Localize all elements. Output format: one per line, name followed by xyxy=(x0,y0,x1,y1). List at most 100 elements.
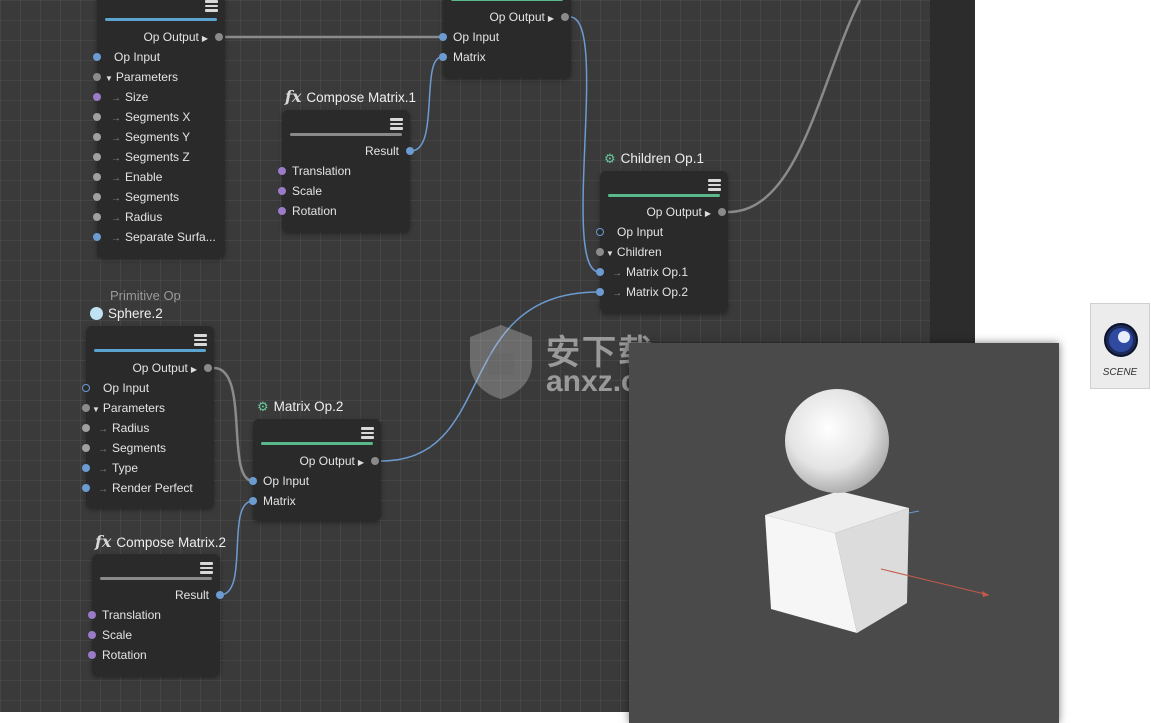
row-label: Render Perfect xyxy=(112,481,193,495)
row-label: Translation xyxy=(292,164,351,178)
node-title[interactable]: fx Compose Matrix.2 xyxy=(95,532,226,551)
node-color-bar xyxy=(451,0,563,1)
input-port[interactable] xyxy=(249,477,257,485)
top-matrix-node[interactable]: Op Output ▶ Op Input Matrix xyxy=(439,0,571,78)
menu-icon[interactable] xyxy=(200,562,213,574)
op-output-row: Op Output ▶ xyxy=(143,27,223,47)
sub-arrow-icon: → xyxy=(111,173,121,184)
menu-icon[interactable] xyxy=(361,427,374,439)
input-row: Translation xyxy=(88,605,161,625)
input-port[interactable] xyxy=(82,384,90,392)
input-port[interactable] xyxy=(82,464,90,472)
row-label: Enable xyxy=(125,170,163,184)
input-port[interactable] xyxy=(93,113,101,121)
param-row: → Segments xyxy=(82,438,166,458)
parameters-group-row[interactable]: ▼ Parameters xyxy=(93,67,178,87)
input-port[interactable] xyxy=(93,153,101,161)
triangle-right-icon: ▶ xyxy=(547,14,554,23)
compose-matrix-1-node[interactable]: Result Translation Scale Rotation xyxy=(278,110,414,232)
param-row: → Segments Y xyxy=(93,127,190,147)
children-op-1-node[interactable]: Op Output ▶ Op Input ▼ Children → Matrix Op… xyxy=(596,171,728,313)
output-port[interactable] xyxy=(718,208,726,216)
op-output-row: Op Output ▶ xyxy=(132,358,212,378)
output-port[interactable] xyxy=(204,364,212,372)
sphere-2-node[interactable]: Op Output ▶ Op Input ▼ Parameters → Radius … xyxy=(82,326,214,508)
parameters-group-row[interactable]: ▼ Parameters xyxy=(82,398,165,418)
input-row: Rotation xyxy=(278,201,337,221)
param-row: → Type xyxy=(82,458,138,478)
input-port[interactable] xyxy=(596,228,604,236)
output-port[interactable] xyxy=(215,33,223,41)
param-row: → Radius xyxy=(93,207,163,227)
input-port[interactable] xyxy=(278,207,286,215)
input-port[interactable] xyxy=(93,53,101,61)
triangle-down-icon[interactable]: ▼ xyxy=(606,249,614,258)
node-title[interactable]: ⚙ Children Op.1 xyxy=(604,151,704,167)
menu-icon[interactable] xyxy=(194,334,207,346)
output-port[interactable] xyxy=(406,147,414,155)
op-output-label: Op Output xyxy=(489,10,545,24)
node-color-bar xyxy=(94,349,206,352)
input-port[interactable] xyxy=(93,73,101,81)
z-axis-line xyxy=(908,510,920,514)
input-port[interactable] xyxy=(88,611,96,619)
row-label: Children xyxy=(616,245,662,259)
input-port[interactable] xyxy=(596,268,604,276)
input-port[interactable] xyxy=(82,484,90,492)
node-color-bar xyxy=(608,194,720,197)
param-row: → Render Perfect xyxy=(82,478,193,498)
input-port[interactable] xyxy=(249,497,257,505)
input-port[interactable] xyxy=(93,213,101,221)
input-row: Op Input xyxy=(93,47,225,67)
input-port[interactable] xyxy=(278,187,286,195)
input-port[interactable] xyxy=(82,404,90,412)
node-title-text: Children Op.1 xyxy=(620,151,704,166)
input-port[interactable] xyxy=(88,631,96,639)
input-port[interactable] xyxy=(596,248,604,256)
sphere-icon xyxy=(90,307,103,320)
input-port[interactable] xyxy=(439,53,447,61)
menu-icon[interactable] xyxy=(205,0,218,12)
children-group-row[interactable]: ▼ Children xyxy=(596,242,662,262)
input-port[interactable] xyxy=(88,651,96,659)
op-output-row: Op Output ▶ xyxy=(489,7,569,27)
triangle-right-icon: ▶ xyxy=(704,209,711,218)
compose-matrix-2-node[interactable]: Result Translation Scale Rotation xyxy=(88,554,224,676)
input-port[interactable] xyxy=(82,444,90,452)
input-port[interactable] xyxy=(93,93,101,101)
row-label: Scale xyxy=(292,184,323,198)
input-port[interactable] xyxy=(93,233,101,241)
input-port[interactable] xyxy=(93,133,101,141)
wire-top-output-to-children xyxy=(569,16,600,273)
input-row: Rotation xyxy=(88,645,147,665)
output-port[interactable] xyxy=(371,457,379,465)
3d-viewport[interactable] xyxy=(629,343,1059,723)
menu-icon[interactable] xyxy=(708,179,721,191)
node-title[interactable]: ⚙ Matrix Op.2 xyxy=(257,399,343,415)
input-port[interactable] xyxy=(93,173,101,181)
node-title[interactable]: Sphere.2 xyxy=(90,306,163,321)
input-port[interactable] xyxy=(439,33,447,41)
menu-icon[interactable] xyxy=(390,118,403,130)
triangle-down-icon[interactable]: ▼ xyxy=(105,74,113,83)
input-port[interactable] xyxy=(93,193,101,201)
matrix-op-2-node[interactable]: Op Output ▶ Op Input Matrix xyxy=(249,419,381,521)
row-label: Radius xyxy=(125,210,163,224)
input-port[interactable] xyxy=(82,424,90,432)
row-label: Matrix xyxy=(453,50,486,64)
row-label: Rotation xyxy=(292,204,337,218)
param-row: → Radius xyxy=(82,418,149,438)
node-title[interactable]: fx Compose Matrix.1 xyxy=(285,87,416,106)
scene-file[interactable]: SCENE xyxy=(1090,303,1150,389)
output-port[interactable] xyxy=(561,13,569,21)
output-port[interactable] xyxy=(216,591,224,599)
input-port[interactable] xyxy=(596,288,604,296)
triangle-down-icon[interactable]: ▼ xyxy=(92,405,100,414)
cube-node[interactable]: Op Output ▶ Op Input ▼ Parameters → Size → S… xyxy=(93,0,225,258)
op-output-label: Op Output xyxy=(143,30,199,44)
scene-file-label: SCENE xyxy=(1102,367,1138,378)
input-port[interactable] xyxy=(278,167,286,175)
wire-sphere-to-matrix2 xyxy=(213,366,254,483)
row-label: Op Input xyxy=(263,474,310,488)
sub-arrow-icon: → xyxy=(98,444,108,455)
